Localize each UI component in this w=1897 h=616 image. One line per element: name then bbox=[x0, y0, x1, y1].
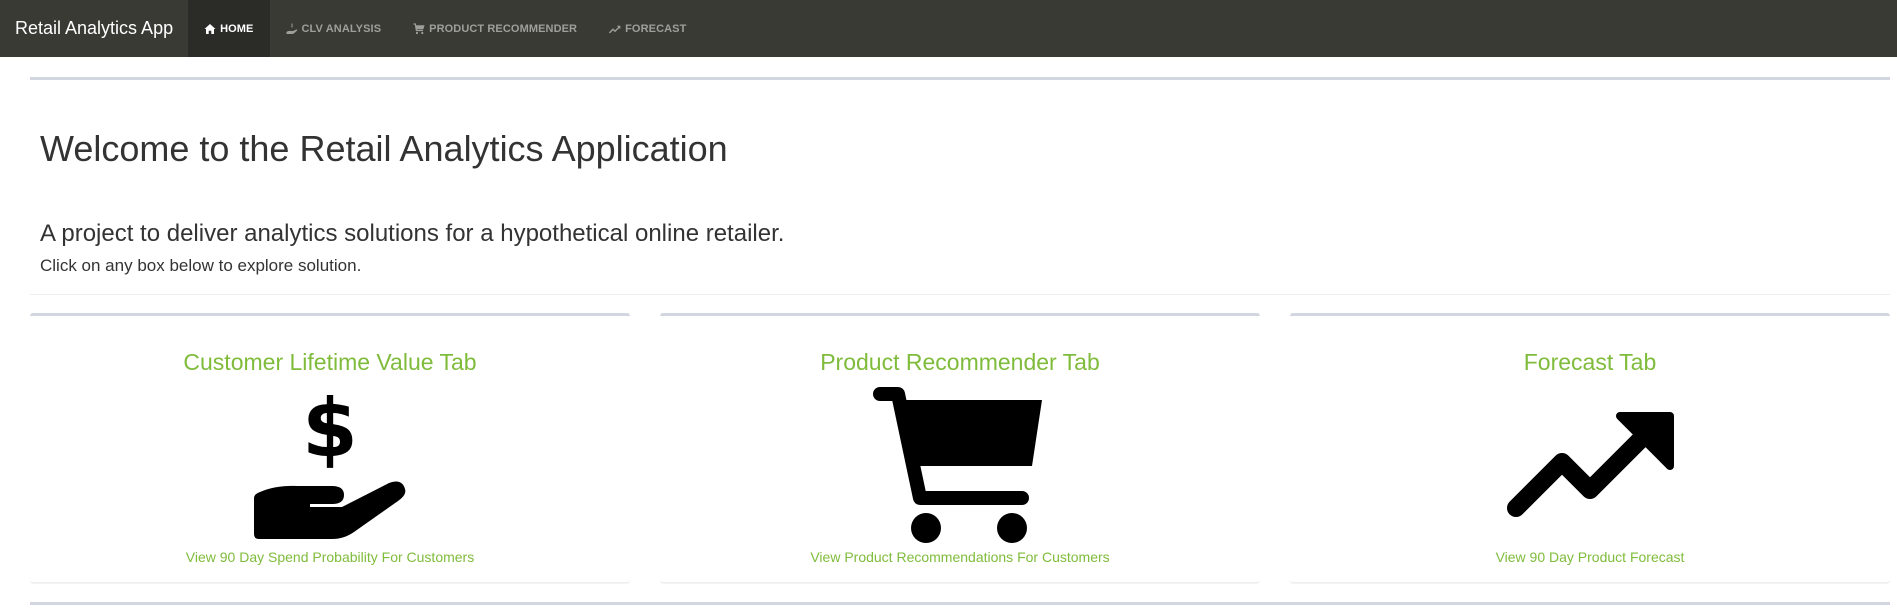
card-customer-lifetime-value[interactable]: Customer Lifetime Value Tab $ View 90 Da… bbox=[30, 313, 630, 583]
nav-tab-clv-analysis-label: CLV ANALYSIS bbox=[301, 22, 382, 35]
top-navbar: Retail Analytics App HOME CLV ANALYSIS P… bbox=[0, 0, 1897, 57]
nav-tab-product-recommender-label: PRODUCT RECOMMENDER bbox=[429, 22, 578, 35]
page-instruction: Click on any box below to explore soluti… bbox=[40, 256, 362, 275]
card-title: Forecast Tab bbox=[1523, 349, 1657, 375]
nav-tab-home[interactable]: HOME bbox=[188, 0, 270, 57]
bottom-divider bbox=[30, 602, 1890, 605]
page-subtitle: A project to deliver analytics solutions… bbox=[40, 220, 785, 247]
nav-tab-home-label: HOME bbox=[220, 22, 254, 35]
svg-text:$: $ bbox=[302, 386, 358, 475]
nav-tab-product-recommender[interactable]: PRODUCT RECOMMENDER bbox=[397, 0, 593, 57]
card-link[interactable]: View 90 Day Product Forecast bbox=[1290, 549, 1890, 565]
card-link[interactable]: View Product Recommendations For Custome… bbox=[660, 549, 1260, 565]
hand-holding-dollar-icon bbox=[286, 23, 298, 35]
card-link[interactable]: View 90 Day Spend Probability For Custom… bbox=[30, 549, 630, 565]
trend-up-icon bbox=[1500, 386, 1680, 546]
card-title: Customer Lifetime Value Tab bbox=[183, 349, 477, 375]
trend-up-icon bbox=[609, 23, 621, 35]
nav-tab-clv-analysis[interactable]: CLV ANALYSIS bbox=[270, 0, 398, 57]
shopping-cart-icon bbox=[413, 22, 425, 35]
hand-holding-dollar-icon: $ bbox=[240, 386, 420, 546]
nav-tab-forecast-label: FORECAST bbox=[625, 22, 687, 35]
welcome-box: Welcome to the Retail Analytics Applicat… bbox=[30, 77, 1890, 295]
app-brand[interactable]: Retail Analytics App bbox=[0, 0, 188, 57]
shopping-cart-icon bbox=[870, 386, 1050, 546]
card-title: Product Recommender Tab bbox=[820, 349, 1100, 375]
page-title: Welcome to the Retail Analytics Applicat… bbox=[40, 128, 728, 169]
card-forecast[interactable]: Forecast Tab View 90 Day Product Forecas… bbox=[1290, 313, 1890, 583]
home-icon bbox=[204, 23, 216, 35]
nav-tab-forecast[interactable]: FORECAST bbox=[593, 0, 702, 57]
card-product-recommender[interactable]: Product Recommender Tab View Product Rec… bbox=[660, 313, 1260, 583]
